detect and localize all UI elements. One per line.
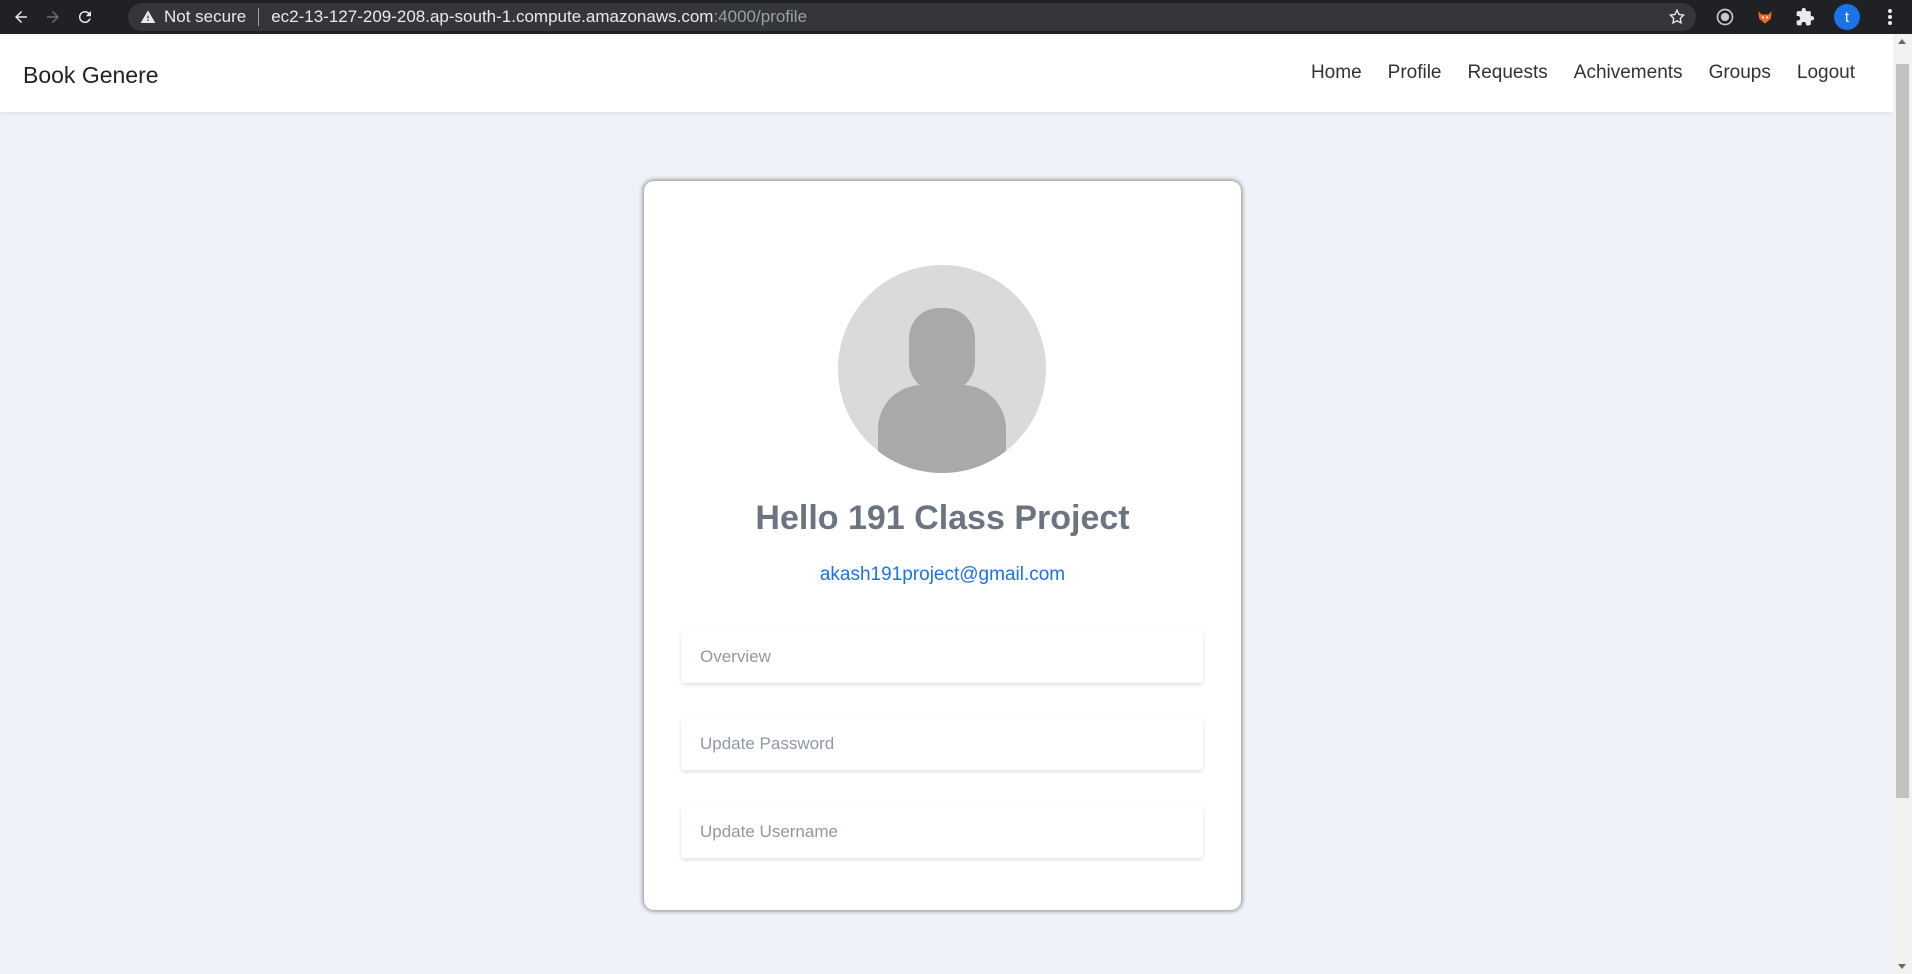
url-path: :4000/profile: [713, 7, 808, 26]
nav-link-profile[interactable]: Profile: [1388, 62, 1442, 84]
forward-icon[interactable]: [42, 6, 64, 28]
profile-greeting: Hello 191 Class Project: [755, 499, 1130, 537]
bookmark-star-icon[interactable]: [1668, 8, 1686, 26]
browser-toolbar: Not secure ec2-13-127-209-208.ap-south-1…: [0, 0, 1912, 34]
divider: [258, 8, 260, 26]
nav-link-logout[interactable]: Logout: [1797, 62, 1855, 84]
brand-logo[interactable]: Book Genere: [23, 62, 159, 89]
update-password-button[interactable]: Update Password: [681, 718, 1203, 770]
nav-links: Home Profile Requests Achivements Groups…: [1285, 62, 1855, 84]
scroll-thumb[interactable]: [1896, 64, 1909, 798]
menu-kebab-icon[interactable]: [1880, 7, 1900, 27]
nav-link-groups[interactable]: Groups: [1709, 62, 1771, 84]
update-username-button[interactable]: Update Username: [681, 806, 1203, 858]
site-navbar: Book Genere Home Profile Requests Achive…: [0, 34, 1893, 112]
warning-icon: [140, 10, 156, 23]
back-icon[interactable]: [10, 6, 32, 28]
url-host: ec2-13-127-209-208.ap-south-1.compute.am…: [271, 7, 714, 26]
scroll-up-arrow-icon[interactable]: [1898, 39, 1906, 44]
nav-link-requests[interactable]: Requests: [1468, 62, 1548, 84]
overview-button[interactable]: Overview: [681, 631, 1203, 683]
scroll-down-arrow-icon[interactable]: [1898, 964, 1906, 969]
profile-email-link[interactable]: akash191project@gmail.com: [644, 564, 1241, 586]
address-bar[interactable]: Not secure ec2-13-127-209-208.ap-south-1…: [128, 3, 1696, 31]
reload-icon[interactable]: [74, 6, 96, 28]
extension-record-icon[interactable]: [1714, 6, 1736, 28]
extension-fox-icon[interactable]: [1754, 6, 1776, 28]
extensions-puzzle-icon[interactable]: [1794, 6, 1816, 28]
nav-link-achievements[interactable]: Achivements: [1574, 62, 1683, 84]
user-avatar-icon: [838, 265, 1046, 473]
profile-avatar[interactable]: t: [1834, 4, 1860, 30]
nav-link-home[interactable]: Home: [1311, 62, 1362, 84]
security-label[interactable]: Not secure: [164, 7, 246, 27]
vertical-scrollbar[interactable]: [1893, 34, 1912, 974]
profile-card: Hello 191 Class Project akash191project@…: [644, 181, 1241, 910]
